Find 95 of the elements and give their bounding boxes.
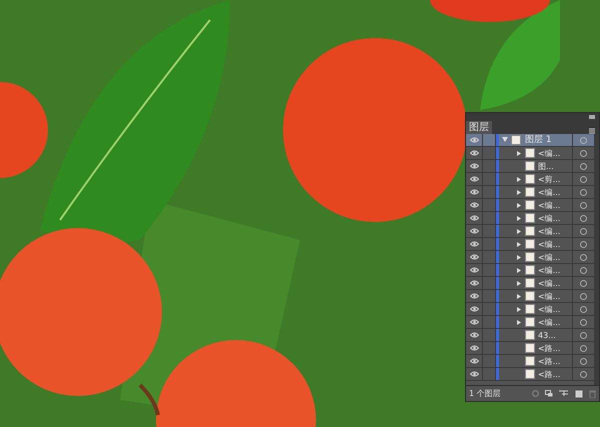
- sublayer-row[interactable]: <编...: [466, 225, 594, 238]
- target-circle-icon[interactable]: [580, 280, 587, 286]
- scrollbar[interactable]: [594, 134, 599, 385]
- sublayer-row[interactable]: 43...: [466, 329, 594, 342]
- sublayer-row[interactable]: <编...: [466, 251, 594, 264]
- sublayer-name: <编...: [538, 304, 562, 316]
- expand-triangle-icon[interactable]: [517, 254, 521, 260]
- expand-triangle-icon[interactable]: [517, 242, 521, 246]
- sublayer-name: <编...: [538, 186, 562, 198]
- sublayer-name: 图...: [538, 160, 555, 172]
- eye-icon: [470, 280, 478, 286]
- sublayer-name: <编...: [538, 252, 562, 264]
- sublayer-name: <编...: [538, 200, 562, 212]
- target-circle-icon[interactable]: [580, 306, 587, 312]
- eye-icon: [470, 319, 478, 325]
- expand-triangle-icon[interactable]: [517, 190, 521, 194]
- sublayer-row[interactable]: <编...: [466, 147, 594, 160]
- sublayer-row[interactable]: <路...: [466, 355, 594, 368]
- eye-icon: [470, 228, 478, 234]
- eye-icon: [470, 358, 478, 364]
- sublayer-name: <编...: [538, 226, 562, 238]
- target-circle-icon[interactable]: [580, 358, 587, 364]
- eye-icon: [470, 371, 478, 377]
- sublayer-name: <编...: [538, 212, 562, 224]
- sublayer-name: <编...: [538, 290, 562, 302]
- target-circle-icon[interactable]: [580, 370, 587, 378]
- target-circle-icon[interactable]: [580, 332, 587, 338]
- target-circle-icon[interactable]: [580, 228, 587, 234]
- sublayer-row[interactable]: <剪...: [466, 173, 594, 186]
- sublayer-row[interactable]: <编...: [466, 264, 594, 277]
- eye-icon: [470, 215, 478, 221]
- sublayer-name: 43...: [538, 330, 557, 342]
- layer-count: 1 个图层: [469, 388, 501, 400]
- expand-triangle-icon[interactable]: [517, 176, 521, 182]
- sublayer-name: <剪...: [538, 174, 562, 186]
- sublayer-name: <路...: [538, 368, 562, 380]
- expand-triangle-icon[interactable]: [517, 280, 521, 286]
- expand-triangle-icon[interactable]: [517, 202, 521, 208]
- expand-triangle-icon[interactable]: [517, 320, 521, 324]
- target-circle-icon[interactable]: [580, 240, 587, 248]
- eye-icon: [470, 332, 478, 338]
- sublayer-name: <编...: [538, 148, 562, 160]
- sublayer-row[interactable]: <编...: [466, 290, 594, 303]
- new-sublayer-icon[interactable]: [559, 390, 569, 397]
- expand-triangle-icon[interactable]: [517, 268, 521, 272]
- eye-icon: [470, 202, 478, 208]
- sublayer-row[interactable]: <编...: [466, 199, 594, 212]
- eye-icon: [470, 267, 478, 273]
- sublayer-row[interactable]: <编...: [466, 316, 594, 329]
- target-circle-icon[interactable]: [580, 188, 587, 196]
- expand-triangle-icon[interactable]: [517, 228, 521, 234]
- target-circle-icon[interactable]: [580, 176, 587, 182]
- target-circle-icon[interactable]: [580, 202, 587, 208]
- sublayer-row[interactable]: <编...: [466, 212, 594, 225]
- eye-icon: [470, 150, 478, 156]
- clipping-mask-icon[interactable]: [545, 390, 553, 397]
- eye-icon: [470, 306, 478, 312]
- sublayer-name: <编...: [538, 238, 562, 250]
- eye-icon: [470, 189, 478, 195]
- new-layer-icon[interactable]: [575, 390, 583, 398]
- sublayer-row[interactable]: <编...: [466, 303, 594, 316]
- expand-triangle-icon[interactable]: [517, 306, 521, 312]
- target-circle-icon[interactable]: [580, 292, 587, 300]
- sublayer-name: <路...: [538, 342, 562, 354]
- layer-row[interactable]: 图层 1: [466, 134, 594, 147]
- eye-icon: [470, 254, 478, 260]
- sublayer-name: <编...: [538, 264, 562, 276]
- layers-tab[interactable]: 图层: [466, 121, 492, 134]
- target-circle-icon[interactable]: [580, 254, 587, 260]
- target-circle-icon[interactable]: [580, 150, 587, 156]
- eye-icon: [470, 137, 478, 143]
- eye-icon: [470, 241, 478, 247]
- eye-icon: [470, 345, 478, 351]
- sublayer-row[interactable]: <编...: [466, 277, 594, 290]
- sublayer-row[interactable]: <路...: [466, 342, 594, 355]
- sublayer-row[interactable]: 图...: [466, 160, 594, 173]
- layer-name: 图层 1: [525, 134, 553, 146]
- panel-menu-icon[interactable]: [589, 128, 595, 134]
- sublayer-name: <编...: [538, 278, 562, 290]
- sublayer-row[interactable]: <编...: [466, 238, 594, 251]
- eye-icon: [470, 163, 478, 169]
- expand-triangle-icon[interactable]: [517, 216, 521, 220]
- target-circle-icon[interactable]: [580, 162, 587, 170]
- sublayer-name: <路...: [538, 356, 562, 368]
- target-circle-icon[interactable]: [580, 344, 587, 352]
- expand-triangle-icon[interactable]: [517, 150, 521, 156]
- target-circle-icon[interactable]: [580, 214, 587, 222]
- sublayer-name: <编...: [538, 316, 562, 328]
- sublayer-row[interactable]: <编...: [466, 186, 594, 199]
- target-circle-icon[interactable]: [580, 266, 587, 274]
- eye-icon: [470, 176, 478, 182]
- eye-icon: [470, 293, 478, 299]
- sublayer-row[interactable]: <路...: [466, 368, 594, 381]
- expand-triangle-icon[interactable]: [517, 294, 521, 298]
- target-circle-icon[interactable]: [580, 318, 587, 326]
